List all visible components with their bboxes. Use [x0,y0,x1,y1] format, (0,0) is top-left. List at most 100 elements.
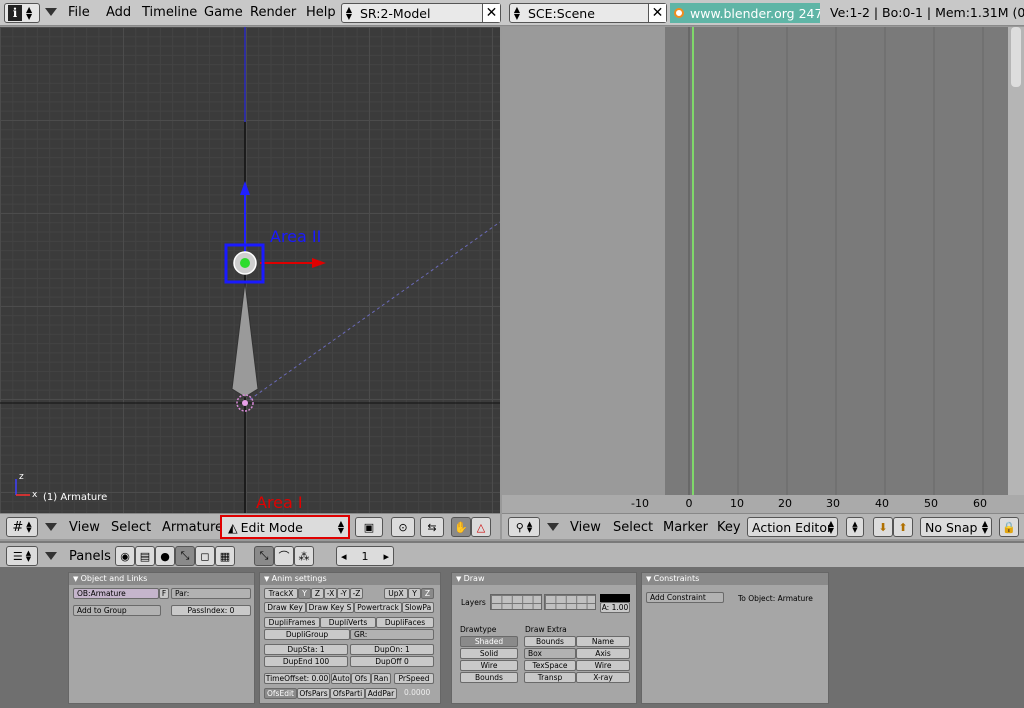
object-subcontext-button[interactable]: ⤡ [254,546,274,566]
drawtype-wire[interactable]: Wire [460,660,518,671]
script-context-button[interactable]: ▤ [135,546,155,566]
duplifaces-button[interactable]: DupliFaces [376,617,434,628]
menu-view[interactable]: View [69,520,100,535]
editor-type-button[interactable]: # ▲ ▼ [6,517,38,537]
window-type-button[interactable]: i ▲ ▼ [4,3,40,23]
extra-name-button[interactable]: Name [576,636,630,647]
ofsedit-button[interactable]: OfsEdit [264,688,297,699]
menu-game[interactable]: Game [204,5,243,20]
action-grid[interactable] [665,27,1008,495]
screen-selector[interactable]: ▲ ▼ SR:2-Model ✕ [341,3,501,23]
dup-off-field[interactable]: DupOff 0 [350,656,434,667]
track-z-button[interactable]: Z [311,588,324,599]
scene-selector[interactable]: ▲ ▼ SCE:Scene ✕ [509,3,667,23]
bounds-type-select[interactable]: Box [524,648,576,659]
extra-axis-button[interactable]: Axis [576,648,630,659]
logic-context-button[interactable]: ◉ [115,546,135,566]
dup-end-field[interactable]: DupEnd 100 [264,656,348,667]
track-y-button[interactable]: Y [298,588,311,599]
auto-button[interactable]: Auto [331,673,351,684]
panel-title[interactable]: Anim settings [260,573,440,585]
drawtype-shaded[interactable]: Shaded [460,636,518,647]
ofsparti-button[interactable]: OfsParti [330,688,365,699]
editor-type-button[interactable]: ⚲ ▲ ▼ [508,517,540,537]
menu-file[interactable]: File [68,5,90,20]
scrollbar-thumb[interactable] [1011,27,1021,87]
frame-field[interactable]: ◂ 1 ▸ [336,546,394,566]
lock-button[interactable]: 🔒 [999,517,1019,537]
collapse-menu-icon[interactable] [45,552,57,560]
paste-pose-button[interactable]: ⬆ [893,517,913,537]
dup-on-field[interactable]: DupOn: 1 [350,644,434,655]
collapse-menu-icon[interactable] [547,523,559,531]
draw-type-button[interactable]: ▣ [355,517,383,537]
draw-key-button[interactable]: Draw Key [264,602,306,613]
group-field[interactable]: GR: [350,629,434,640]
channel-list[interactable] [502,27,665,495]
object-name-field[interactable]: OB:Armature [73,588,159,599]
scene-context-button[interactable]: ▦ [215,546,235,566]
menu-select[interactable]: Select [111,520,151,535]
blender-url[interactable]: www.blender.org 247.1 [670,3,820,23]
menu-render[interactable]: Render [250,5,296,20]
prspeed-button[interactable]: PrSpeed [394,673,434,684]
screen-name[interactable]: SR:2-Model [356,6,482,21]
panel-title[interactable]: Draw [452,573,636,585]
menu-add[interactable]: Add [106,5,131,20]
mode-selector[interactable]: ◭ Edit Mode ▲ ▼ [220,515,350,539]
draw-key-sel-button[interactable]: Draw Key S [306,602,354,613]
panel-title[interactable]: Object and Links [69,573,254,585]
snap-selector[interactable]: No Snap ▲ ▼ [920,517,992,537]
hand-button[interactable]: ✋ [451,517,471,537]
layers-grid[interactable] [490,594,542,610]
extra-wire-button[interactable]: Wire [576,660,630,671]
close-icon[interactable]: ✕ [648,4,666,22]
track-neg-z-button[interactable]: -Z [350,588,363,599]
alpha-field[interactable]: A: 1.00 [600,602,630,613]
addpar-button[interactable]: AddPar [365,688,397,699]
physics-subcontext-button[interactable]: ⌒ [274,546,294,566]
vertical-scrollbar[interactable] [1008,27,1024,495]
extra-xray-button[interactable]: X-ray [576,672,630,683]
pass-index-field[interactable]: PassIndex: 0 [171,605,251,616]
copy-pose-button[interactable]: ⬇ [873,517,893,537]
time-offset-field[interactable]: TimeOffset: 0.00 [264,673,330,684]
ran-button[interactable]: Ran [371,673,391,684]
menu-armature[interactable]: Armature [162,520,223,535]
dupligroup-button[interactable]: DupliGroup [264,629,350,640]
pivot-button[interactable]: ⊙ [391,517,415,537]
panels-menu[interactable]: Panels [69,549,111,564]
action-browse-button[interactable]: ▲ ▼ [846,517,864,537]
up-z-button[interactable]: Z [421,588,434,599]
drawtype-bounds[interactable]: Bounds [460,672,518,683]
add-constraint-button[interactable]: Add Constraint [646,592,724,603]
track-neg-x-button[interactable]: -X [324,588,337,599]
menu-key[interactable]: Key [717,520,741,535]
track-neg-y-button[interactable]: -Y [337,588,350,599]
manipulator-toggle[interactable]: ⇆ [420,517,444,537]
layers-grid[interactable] [544,594,596,610]
collapse-menu-icon[interactable] [45,523,57,531]
parent-field[interactable]: Par: [171,588,251,599]
editing-context-button[interactable]: ◻ [195,546,215,566]
editor-type-button[interactable]: ☰ ▲ ▼ [6,546,38,566]
ofspars-button[interactable]: OfsPars [297,688,330,699]
extra-texspace-button[interactable]: TexSpace [524,660,576,671]
translate-button[interactable]: △ [471,517,491,537]
track-x-button[interactable]: TrackX [264,588,298,599]
menu-select[interactable]: Select [613,520,653,535]
menu-help[interactable]: Help [306,5,336,20]
menu-marker[interactable]: Marker [663,520,708,535]
add-to-group-button[interactable]: Add to Group [73,605,161,616]
dupliframes-button[interactable]: DupliFrames [264,617,320,628]
frame-ruler[interactable]: -10 0 10 20 30 40 50 60 [502,495,1008,513]
ofs-button[interactable]: Ofs [351,673,371,684]
object-context-button[interactable]: ⤡ [175,546,195,566]
dupliverts-button[interactable]: DupliVerts [320,617,376,628]
panel-title[interactable]: Constraints [642,573,828,585]
drawtype-solid[interactable]: Solid [460,648,518,659]
slow-parent-button[interactable]: SlowPa [402,602,434,613]
collapse-menu-icon[interactable] [45,8,57,16]
shading-context-button[interactable]: ● [155,546,175,566]
object-color-swatch[interactable] [600,594,630,602]
